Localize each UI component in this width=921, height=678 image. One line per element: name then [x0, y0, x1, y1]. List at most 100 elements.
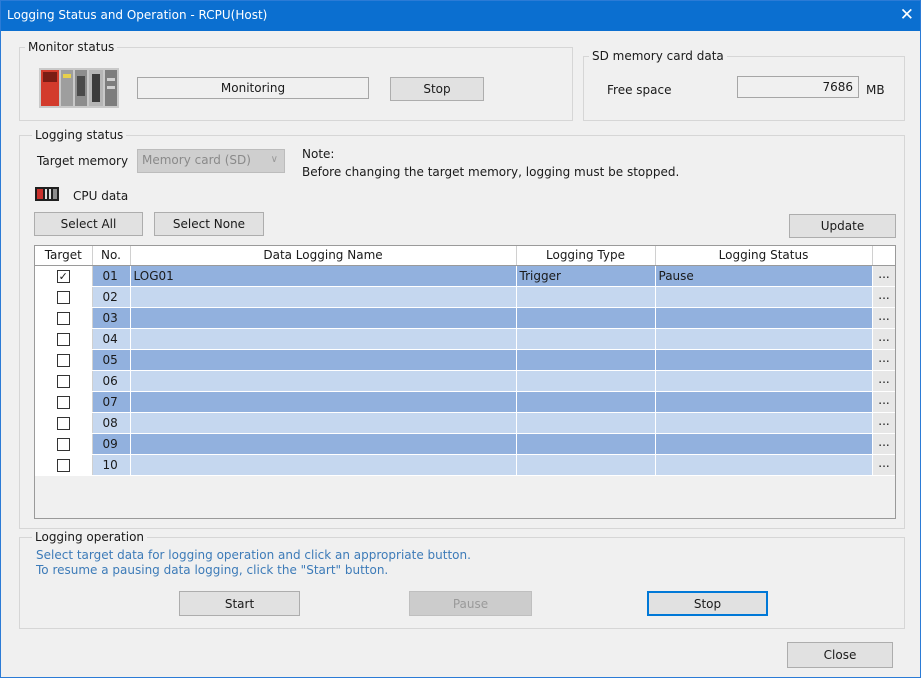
logging-type-cell[interactable] [516, 328, 656, 350]
table-row[interactable]: 07... [35, 391, 895, 413]
row-number[interactable]: 04 [92, 328, 131, 350]
more-cell: ... [872, 328, 895, 350]
table-row[interactable]: 04... [35, 328, 895, 350]
data-logging-name-cell[interactable] [130, 454, 517, 476]
plc-cpu-module-icon [39, 68, 119, 108]
row-number[interactable]: 06 [92, 370, 131, 392]
logging-status-cell[interactable] [655, 391, 873, 413]
target-checkbox[interactable] [56, 311, 70, 325]
row-number[interactable]: 08 [92, 412, 131, 434]
logging-type-cell[interactable] [516, 454, 656, 476]
monitor-status-label: Monitor status [25, 40, 118, 54]
close-icon[interactable]: ✕ [900, 5, 914, 25]
table-row[interactable]: 05... [35, 349, 895, 371]
target-checkbox[interactable] [56, 332, 70, 346]
close-button[interactable]: Close [787, 642, 893, 668]
more-cell: ... [872, 286, 895, 308]
target-checkbox[interactable] [56, 416, 70, 430]
more-options-button[interactable]: ... [874, 287, 894, 306]
select-all-button[interactable]: Select All [34, 212, 143, 236]
more-options-button[interactable]: ... [874, 413, 894, 432]
target-checkbox[interactable] [56, 458, 70, 472]
logging-type-cell[interactable] [516, 433, 656, 455]
target-checkbox[interactable] [56, 437, 70, 451]
start-button[interactable]: Start [179, 591, 300, 616]
table-row[interactable]: 06... [35, 370, 895, 392]
monitor-stop-label: Stop [423, 82, 451, 96]
logging-status-cell[interactable] [655, 328, 873, 350]
logging-type-cell[interactable] [516, 391, 656, 413]
row-number[interactable]: 05 [92, 349, 131, 371]
more-options-button[interactable]: ... [874, 371, 894, 390]
more-options-button[interactable]: ... [874, 350, 894, 369]
table-row[interactable]: 02... [35, 286, 895, 308]
header-no[interactable]: No. [92, 246, 131, 266]
more-options-button[interactable]: ... [874, 329, 894, 348]
header-logging-type[interactable]: Logging Type [516, 246, 656, 266]
data-logging-name-cell[interactable] [130, 328, 517, 350]
logging-type-cell[interactable] [516, 349, 656, 371]
logging-table: Target No. Data Logging Name Logging Typ… [35, 246, 895, 476]
table-header-row: Target No. Data Logging Name Logging Typ… [35, 246, 895, 266]
free-space-unit: MB [866, 83, 885, 97]
more-cell: ... [872, 412, 895, 434]
data-logging-name-cell[interactable] [130, 349, 517, 371]
header-target[interactable]: Target [35, 246, 93, 266]
more-options-button[interactable]: ... [874, 434, 894, 453]
table-row[interactable]: ✓ 01 LOG01 Trigger Pause... [35, 265, 895, 287]
target-memory-select[interactable]: Memory card (SD) ∨ [137, 149, 285, 173]
window-title: Logging Status and Operation - RCPU(Host… [7, 8, 268, 22]
logging-status-label: Logging status [32, 128, 127, 142]
table-row[interactable]: 09... [35, 433, 895, 455]
logging-status-cell[interactable] [655, 454, 873, 476]
logging-type-cell[interactable] [516, 286, 656, 308]
table-row[interactable]: 08... [35, 412, 895, 434]
logging-status-cell[interactable] [655, 286, 873, 308]
target-checkbox[interactable] [56, 290, 70, 304]
target-checkbox[interactable] [56, 374, 70, 388]
logging-type-cell[interactable]: Trigger [516, 265, 656, 287]
more-options-button[interactable]: ... [874, 392, 894, 411]
logging-status-cell[interactable] [655, 433, 873, 455]
data-logging-name-cell[interactable] [130, 433, 517, 455]
data-logging-name-cell[interactable]: LOG01 [130, 265, 517, 287]
more-cell: ... [872, 265, 895, 287]
logging-status-cell[interactable] [655, 370, 873, 392]
logging-type-cell[interactable] [516, 370, 656, 392]
row-number[interactable]: 10 [92, 454, 131, 476]
logging-status-cell[interactable] [655, 412, 873, 434]
table-row[interactable]: 10... [35, 454, 895, 476]
more-options-button[interactable]: ... [874, 308, 894, 327]
data-logging-name-cell[interactable] [130, 286, 517, 308]
row-number[interactable]: 01 [92, 265, 131, 287]
target-checkbox[interactable]: ✓ [56, 269, 70, 283]
more-cell: ... [872, 349, 895, 371]
row-number[interactable]: 09 [92, 433, 131, 455]
update-button[interactable]: Update [789, 214, 896, 238]
logging-type-cell[interactable] [516, 307, 656, 329]
data-logging-name-cell[interactable] [130, 391, 517, 413]
data-logging-name-cell[interactable] [130, 370, 517, 392]
row-number[interactable]: 03 [92, 307, 131, 329]
data-logging-name-cell[interactable] [130, 412, 517, 434]
logging-status-cell[interactable] [655, 307, 873, 329]
logging-status-cell[interactable]: Pause [655, 265, 873, 287]
more-options-button[interactable]: ... [874, 455, 894, 474]
title-bar[interactable]: Logging Status and Operation - RCPU(Host… [1, 1, 920, 31]
header-logging-status[interactable]: Logging Status [655, 246, 873, 266]
target-cell [35, 391, 93, 413]
more-options-button[interactable]: ... [874, 266, 894, 285]
pause-button[interactable]: Pause [409, 591, 532, 616]
logging-type-cell[interactable] [516, 412, 656, 434]
target-checkbox[interactable] [56, 353, 70, 367]
select-none-button[interactable]: Select None [154, 212, 264, 236]
row-number[interactable]: 07 [92, 391, 131, 413]
table-row[interactable]: 03... [35, 307, 895, 329]
logging-status-cell[interactable] [655, 349, 873, 371]
header-data-logging-name[interactable]: Data Logging Name [130, 246, 517, 266]
row-number[interactable]: 02 [92, 286, 131, 308]
data-logging-name-cell[interactable] [130, 307, 517, 329]
target-checkbox[interactable] [56, 395, 70, 409]
monitor-stop-button[interactable]: Stop [390, 77, 484, 101]
stop-button[interactable]: Stop [647, 591, 768, 616]
